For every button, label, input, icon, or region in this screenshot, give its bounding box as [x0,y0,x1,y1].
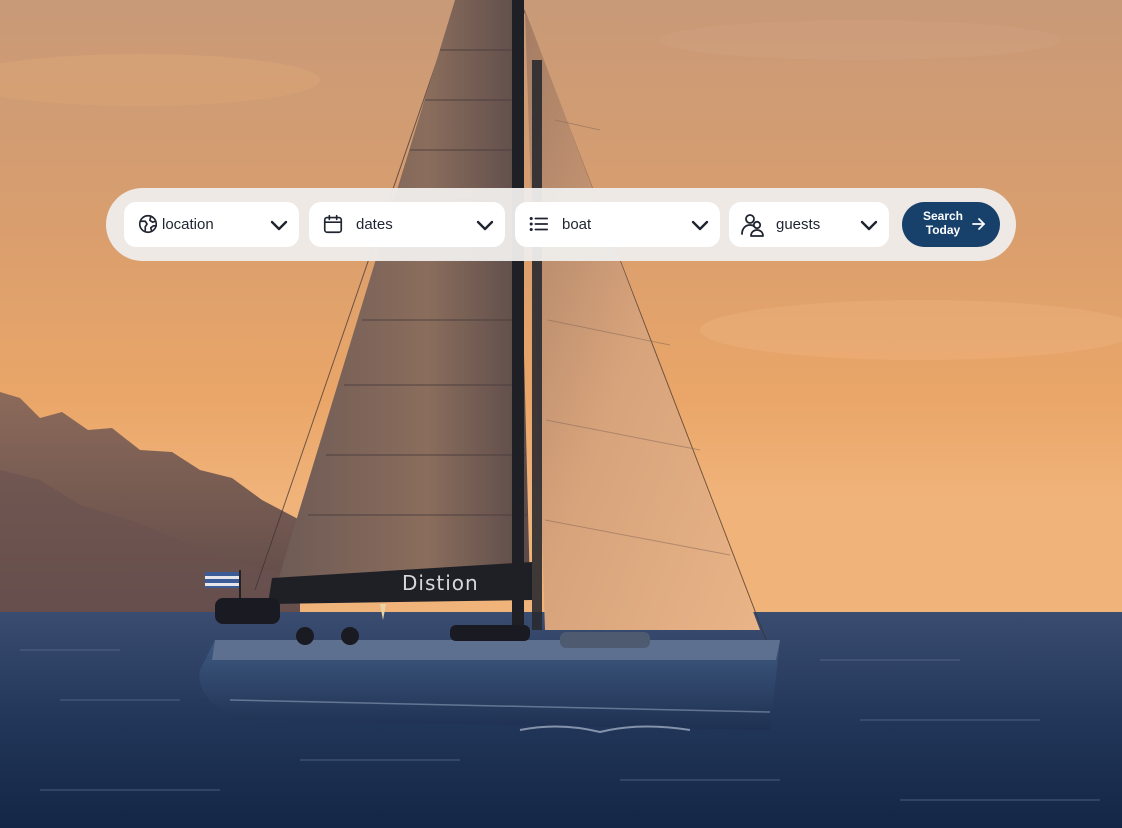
hero-background [0,0,1122,828]
users-icon [740,212,766,238]
location-label: location [162,216,214,233]
chevron-down-icon [269,215,289,235]
boat-select[interactable]: boat [515,202,720,247]
guests-select[interactable]: guests [729,202,889,247]
dates-label: dates [356,216,393,233]
chevron-down-icon [690,215,710,235]
arrow-right-icon [971,216,987,232]
dates-select[interactable]: dates [309,202,505,247]
booking-search-bar: location dates boat guests Search Today [106,188,1016,261]
chevron-down-icon [475,215,495,235]
list-icon [528,213,550,235]
calendar-icon [322,213,344,235]
search-button-label: Search Today [922,209,964,237]
boat-label: boat [562,216,592,233]
search-today-button[interactable]: Search Today [902,202,1000,247]
sail-lettering: Distion [402,571,479,595]
chevron-down-icon [859,215,879,235]
guests-label: guests [776,216,821,233]
globe-icon [137,213,159,235]
location-select[interactable]: location [124,202,299,247]
